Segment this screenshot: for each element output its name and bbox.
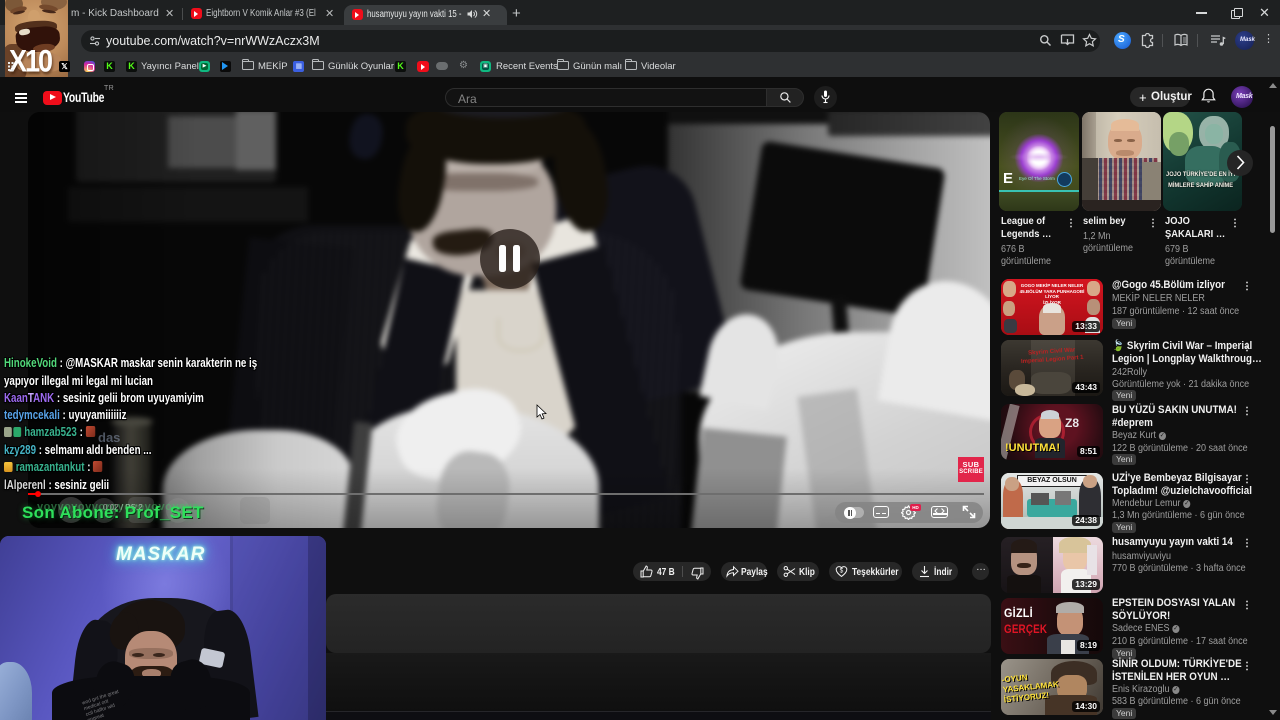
svg-text:$: $ xyxy=(840,568,844,575)
